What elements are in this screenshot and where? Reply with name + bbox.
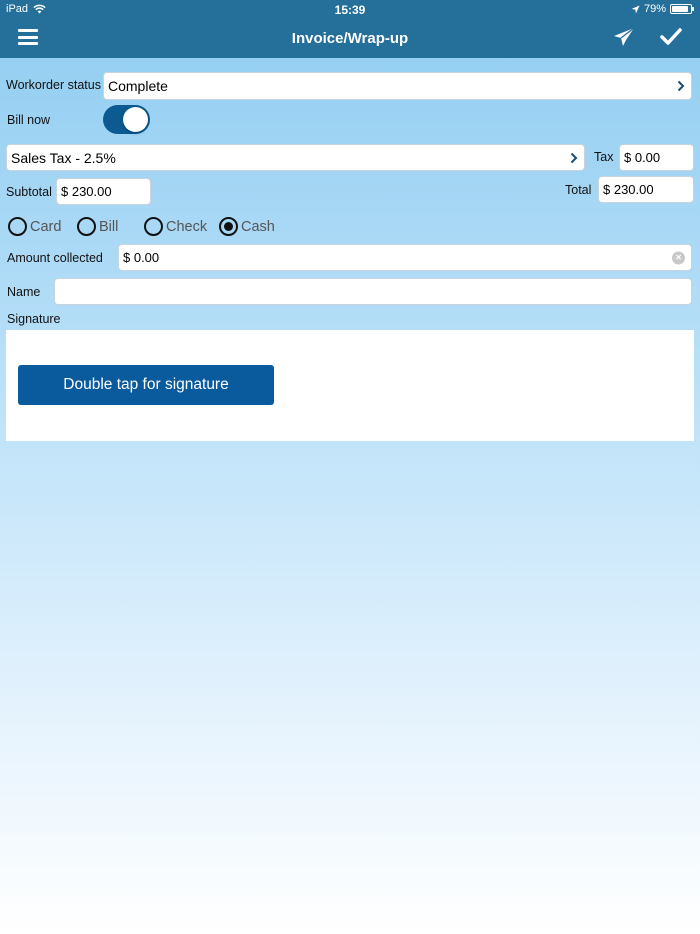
radio-button bbox=[8, 217, 27, 236]
chevron-right-icon bbox=[677, 80, 685, 92]
signature-label: Signature bbox=[7, 312, 61, 326]
radio-card-label: Card bbox=[30, 218, 62, 235]
radio-button bbox=[144, 217, 163, 236]
workorder-status-label: Workorder status bbox=[6, 78, 101, 92]
battery-percent: 79% bbox=[643, 3, 666, 15]
tax-value: $ 0.00 bbox=[624, 150, 661, 165]
subtotal-label: Subtotal bbox=[6, 185, 52, 199]
workorder-status-value: Complete bbox=[108, 78, 168, 94]
chevron-right-icon bbox=[570, 152, 578, 163]
sales-tax-select[interactable]: Sales Tax - 2.5% bbox=[6, 144, 585, 171]
subtotal-field[interactable]: $ 230.00 bbox=[56, 178, 151, 205]
total-value: $ 230.00 bbox=[603, 182, 654, 197]
navigation-bar: iPad 15:39 79% Invoice/Wrap-up bbox=[0, 0, 700, 58]
total-label: Total bbox=[565, 183, 592, 197]
radio-check[interactable]: Check bbox=[144, 217, 207, 236]
location-arrow-icon bbox=[631, 4, 640, 14]
bill-now-toggle[interactable] bbox=[103, 105, 150, 134]
amount-collected-field[interactable]: $ 0.00 × bbox=[118, 244, 692, 271]
signature-button[interactable]: Double tap for signature bbox=[18, 365, 274, 405]
signature-pad[interactable]: Double tap for signature bbox=[6, 330, 694, 441]
send-icon[interactable] bbox=[613, 27, 635, 47]
battery-icon bbox=[670, 4, 694, 14]
radio-cash-label: Cash bbox=[241, 218, 275, 235]
amount-collected-label: Amount collected bbox=[7, 251, 103, 265]
subtotal-value: $ 230.00 bbox=[61, 184, 112, 199]
tax-field[interactable]: $ 0.00 bbox=[619, 144, 694, 171]
radio-bill-label: Bill bbox=[99, 218, 119, 235]
clock: 15:39 bbox=[334, 3, 366, 17]
total-field[interactable]: $ 230.00 bbox=[598, 176, 694, 203]
radio-card[interactable]: Card bbox=[8, 217, 61, 236]
radio-check-label: Check bbox=[166, 218, 208, 235]
amount-collected-value: $ 0.00 bbox=[123, 250, 160, 265]
workorder-status-select[interactable]: Complete bbox=[103, 72, 692, 100]
radio-cash[interactable]: Cash bbox=[219, 217, 275, 236]
sales-tax-value: Sales Tax - 2.5% bbox=[11, 149, 116, 166]
checkmark-icon[interactable] bbox=[660, 27, 682, 47]
radio-bill[interactable]: Bill bbox=[77, 217, 118, 236]
bill-now-label: Bill now bbox=[7, 113, 51, 127]
clear-icon[interactable]: × bbox=[672, 251, 685, 264]
toggle-knob bbox=[123, 107, 148, 132]
tax-label: Tax bbox=[594, 150, 614, 164]
name-label: Name bbox=[7, 285, 41, 299]
radio-button bbox=[77, 217, 96, 236]
radio-button-selected bbox=[219, 217, 238, 236]
page-title: Invoice/Wrap-up bbox=[291, 30, 409, 47]
status-bar: iPad 15:39 79% bbox=[0, 0, 700, 20]
name-field[interactable] bbox=[54, 278, 692, 305]
